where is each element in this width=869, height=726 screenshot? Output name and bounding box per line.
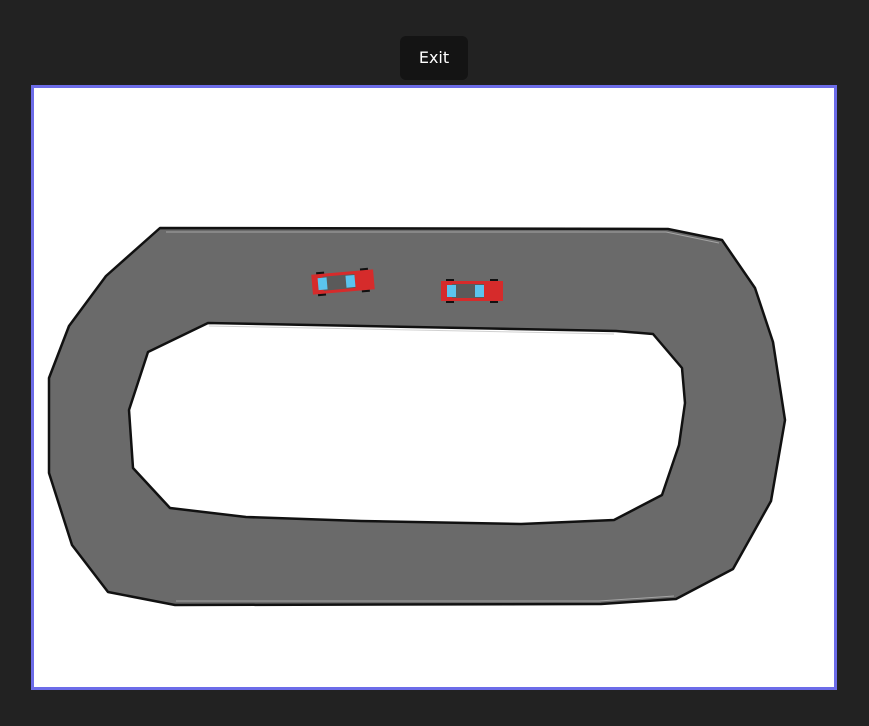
opponent-car-window <box>447 285 456 297</box>
player-car-window <box>317 277 328 291</box>
opponent-car <box>441 279 503 303</box>
game-window: Exit <box>0 0 869 726</box>
game-canvas[interactable] <box>31 85 837 690</box>
race-track-scene <box>47 226 787 607</box>
player-car-window <box>345 274 356 288</box>
opponent-car-window <box>475 285 484 297</box>
exit-button[interactable]: Exit <box>400 36 468 80</box>
race-track <box>47 226 787 607</box>
